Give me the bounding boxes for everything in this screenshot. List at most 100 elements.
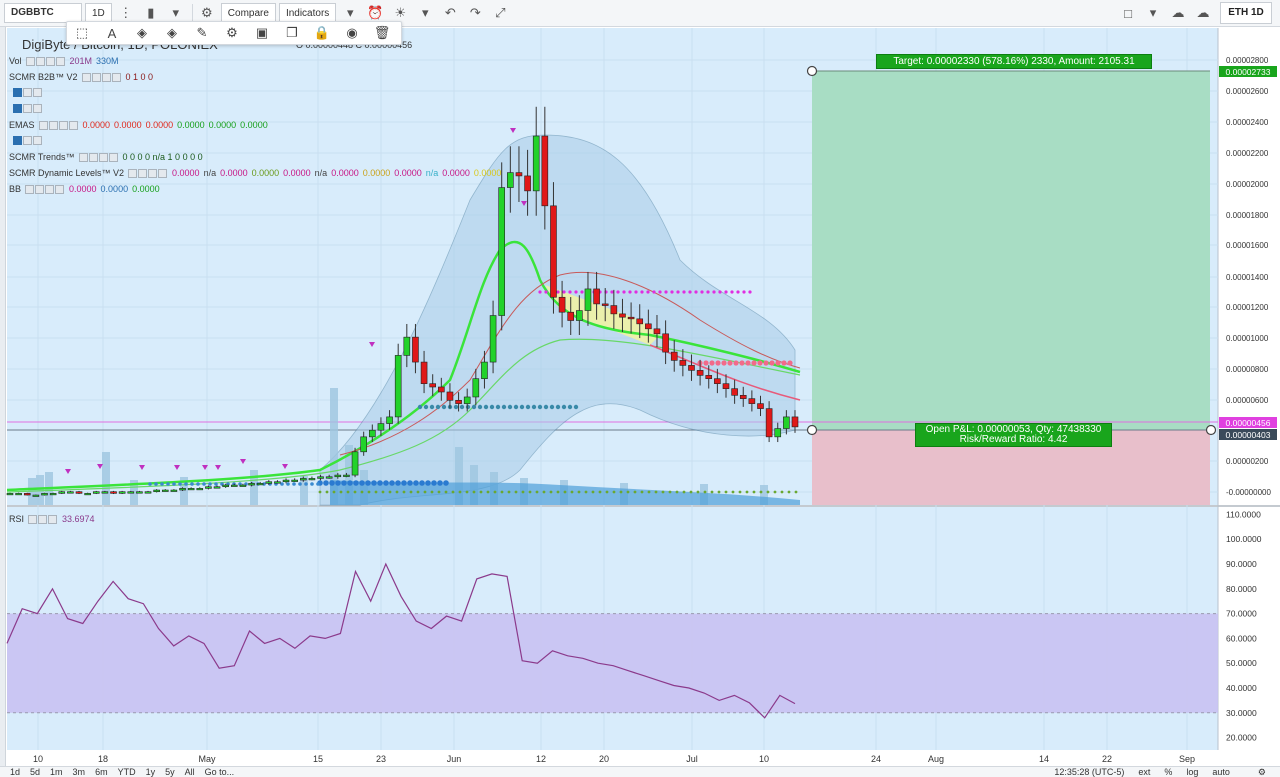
add-icon[interactable] (45, 184, 55, 194)
close-icon[interactable] (108, 152, 118, 162)
candle-body[interactable] (670, 351, 678, 361)
template-icon[interactable]: ▣ (247, 22, 277, 44)
rsi-legend[interactable]: RSI 33.6974 (9, 514, 95, 524)
candle-body[interactable] (351, 451, 359, 476)
candle-body[interactable] (455, 399, 462, 404)
candle-body[interactable] (196, 488, 204, 491)
candle-body[interactable] (696, 370, 704, 376)
add-icon[interactable] (148, 168, 158, 178)
candle-body[interactable] (6, 493, 14, 496)
range-button[interactable]: All (185, 767, 195, 777)
gear-icon[interactable] (48, 120, 58, 130)
candle-body[interactable] (481, 361, 488, 379)
eye-icon[interactable] (81, 72, 91, 82)
candle-body[interactable] (41, 493, 48, 496)
add-icon[interactable] (45, 56, 55, 66)
candle-body[interactable] (239, 484, 247, 487)
candle-body[interactable] (515, 172, 523, 177)
candle-body[interactable] (403, 336, 411, 356)
scale-option-log[interactable]: log (1186, 767, 1198, 777)
candle-body[interactable] (136, 491, 143, 494)
indicator-legend-row[interactable] (9, 104, 43, 113)
eye-icon[interactable] (13, 104, 22, 113)
candle-body[interactable] (524, 175, 531, 192)
candle-body[interactable] (222, 484, 229, 488)
candle-body[interactable] (420, 361, 428, 384)
candle-body[interactable] (765, 408, 773, 438)
range-button[interactable]: Go to... (205, 767, 235, 777)
candle-body[interactable] (308, 478, 316, 481)
candle-body[interactable] (187, 488, 195, 491)
range-button[interactable]: YTD (118, 767, 136, 777)
eye-icon[interactable] (13, 88, 22, 97)
close-icon[interactable] (33, 104, 42, 113)
entry-right-handle[interactable] (1205, 424, 1217, 436)
candle-body[interactable] (144, 491, 152, 494)
candle-body[interactable] (619, 313, 626, 318)
candle-body[interactable] (774, 428, 782, 438)
gear-icon[interactable] (38, 514, 48, 524)
fill-bucket-icon[interactable]: ◈ (127, 22, 157, 44)
scale-option-ext[interactable]: ext (1138, 767, 1150, 777)
candle-body[interactable] (101, 491, 109, 494)
candle-body[interactable] (205, 486, 212, 489)
candle-body[interactable] (274, 481, 281, 484)
candle-body[interactable] (343, 474, 350, 477)
add-icon[interactable] (101, 72, 111, 82)
candle-body[interactable] (75, 491, 83, 494)
target-handle[interactable] (806, 65, 818, 77)
lock-icon[interactable]: 🔒 (307, 22, 337, 44)
pen-icon[interactable]: ✎ (187, 22, 217, 44)
range-button[interactable]: 1d (10, 767, 20, 777)
gear-icon[interactable] (91, 72, 101, 82)
candle-body[interactable] (679, 360, 687, 366)
indicator-legend-row[interactable]: SCMR Dynamic Levels™ V2 0.0000 n/a 0.0000 0.… (9, 168, 501, 178)
gear-icon[interactable] (35, 184, 45, 194)
candle-body[interactable] (748, 398, 756, 404)
close-icon[interactable] (33, 136, 42, 145)
candle-body[interactable] (334, 474, 342, 478)
close-icon[interactable] (55, 56, 65, 66)
candle-body[interactable] (757, 403, 764, 409)
candle-body[interactable] (299, 478, 307, 481)
candle-body[interactable] (49, 493, 57, 496)
candle-body[interactable] (593, 288, 600, 305)
eye-icon[interactable] (128, 168, 138, 178)
candle-body[interactable] (67, 491, 74, 494)
clone-icon[interactable]: ❐ (277, 22, 307, 44)
close-icon[interactable] (158, 168, 168, 178)
candle-body[interactable] (731, 388, 738, 396)
candle-body[interactable] (498, 187, 506, 316)
eye-icon[interactable] (25, 56, 35, 66)
gear-icon[interactable] (138, 168, 148, 178)
candle-body[interactable] (58, 491, 66, 494)
candle-body[interactable] (610, 305, 618, 315)
candle-body[interactable] (360, 436, 367, 453)
range-button[interactable]: 5d (30, 767, 40, 777)
range-button[interactable]: 3m (73, 767, 86, 777)
candle-body[interactable] (584, 288, 592, 311)
select-frame-icon[interactable]: ⬚ (67, 22, 97, 44)
candle-body[interactable] (472, 378, 480, 398)
candle-body[interactable] (463, 396, 471, 404)
candle-body[interactable] (170, 489, 178, 492)
candle-body[interactable] (153, 489, 160, 493)
candle-body[interactable] (377, 423, 385, 431)
candle-body[interactable] (541, 135, 549, 207)
candle-body[interactable] (783, 416, 790, 429)
chart-canvas[interactable]: 10 18 May 15 23 Jun 12 20 Jul 10 24 Aug 14 22 Sep 0.000… (0, 0, 1280, 777)
candle-body[interactable] (265, 481, 273, 484)
candle-body[interactable] (489, 315, 497, 363)
candle-body[interactable] (291, 479, 298, 482)
candle-body[interactable] (438, 386, 445, 393)
indicator-legend-row[interactable] (9, 136, 43, 145)
candle-body[interactable] (705, 375, 713, 379)
candle-body[interactable] (714, 378, 721, 384)
candle-body[interactable] (722, 383, 730, 389)
scale-option-[interactable]: % (1164, 767, 1172, 777)
gear-icon[interactable] (23, 88, 32, 97)
candle-body[interactable] (161, 489, 169, 492)
candle-body[interactable] (791, 416, 799, 428)
candle-body[interactable] (369, 429, 376, 438)
eye-icon[interactable] (13, 136, 22, 145)
